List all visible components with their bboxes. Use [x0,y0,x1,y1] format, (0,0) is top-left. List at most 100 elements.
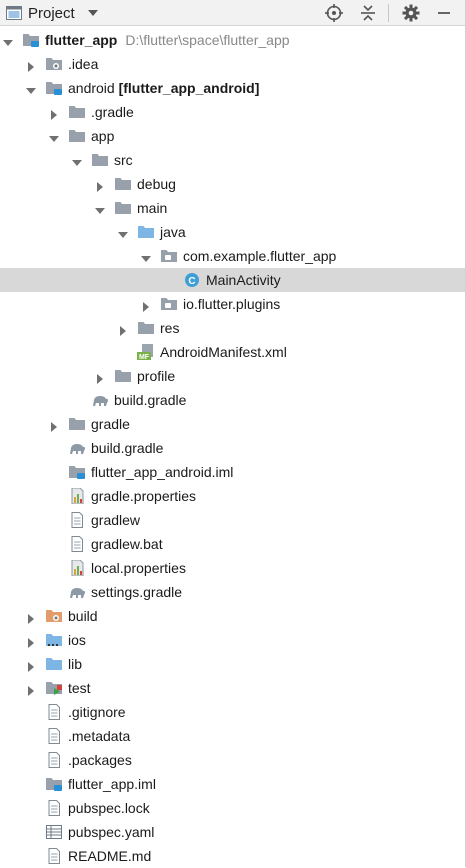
expand-arrow-down-icon[interactable] [141,251,151,262]
tree-item[interactable]: .idea [0,52,465,76]
chevron-down-icon[interactable] [88,10,98,16]
tree-item-name: gradle.properties [91,488,197,504]
expand-arrow-right-icon[interactable] [26,635,36,648]
gradle-icon [68,584,86,600]
tree-item-label: io.flutter.plugins [183,295,280,313]
expand-arrow-down-icon[interactable] [49,131,59,142]
project-path: D:\flutter\space\flutter_app [125,32,290,48]
tree-item[interactable]: flutter_app.iml [0,772,465,796]
tree-item-label: main [137,199,167,217]
text-file-icon [68,512,86,528]
expand-arrow-right-icon[interactable] [26,683,36,696]
module-folder-icon [22,32,40,48]
tree-item[interactable]: lib [0,652,465,676]
expand-arrow-right-icon[interactable] [26,611,36,624]
tree-item[interactable]: android [flutter_app_android] [0,76,465,100]
tree-item[interactable]: MF AndroidManifest.xml [0,340,465,364]
tree-item-name: com.example.flutter_app [183,248,337,264]
folder-icon [114,200,132,216]
tree-item[interactable]: .gitignore [0,700,465,724]
tree-item[interactable]: io.flutter.plugins [0,292,465,316]
tree-item[interactable]: profile [0,364,465,388]
tree-item[interactable]: build.gradle [0,388,465,412]
tree-item[interactable]: .metadata [0,724,465,748]
tree-item-name: build.gradle [114,392,187,408]
tree-item-label: build.gradle [114,391,186,409]
tree-item[interactable]: local.properties [0,556,465,580]
locate-button[interactable] [324,3,344,23]
tree-item-label: lib [68,655,82,673]
tree-item-label: gradlew [91,511,140,529]
expand-arrow-right-icon[interactable] [141,299,151,312]
tree-item-label: gradle [91,415,130,433]
tree-item[interactable]: res [0,316,465,340]
tree-item-name: ios [68,632,86,648]
tree-item[interactable]: main [0,196,465,220]
tree-item-name: java [160,224,186,240]
tree-item[interactable]: com.example.flutter_app [0,244,465,268]
expand-arrow-right-icon[interactable] [95,371,105,384]
tree-item[interactable]: README.md [0,844,465,868]
tree-item[interactable]: java [0,220,465,244]
project-view-title: Project [28,4,75,22]
tree-item[interactable]: pubspec.lock [0,796,465,820]
expand-arrow-down-icon[interactable] [26,83,36,94]
expand-arrow-down-icon[interactable] [72,155,82,166]
tree-item[interactable]: build.gradle [0,436,465,460]
folder-icon [68,128,86,144]
tree-item[interactable]: gradle.properties [0,484,465,508]
tree-item-name: .gitignore [68,704,126,720]
expand-arrow-right-icon[interactable] [26,59,36,72]
tree-item[interactable]: app [0,124,465,148]
tree-item-name: gradle [91,416,130,432]
text-file-icon [45,848,63,864]
tree-item[interactable]: ios [0,628,465,652]
settings-button[interactable] [401,3,421,23]
folder-icon [68,416,86,432]
tree-item[interactable]: test [0,676,465,700]
tree-item-label: gradle.properties [91,487,196,505]
tree-item-name: flutter_app_android.iml [91,464,234,480]
tree-item-name: gradlew.bat [91,536,163,552]
tree-item-label: flutter_app_android.iml [91,463,233,481]
tree-item[interactable]: settings.gradle [0,580,465,604]
tree-item-name: app [91,128,115,144]
expand-arrow-right-icon[interactable] [49,419,59,432]
tree-item-name: .metadata [68,728,131,744]
tree-item[interactable]: .gradle [0,100,465,124]
gradle-icon [91,392,109,408]
expand-arrow-down-icon[interactable] [95,203,105,214]
tree-item-name: gradlew [91,512,141,528]
expand-arrow-right-icon[interactable] [118,323,128,336]
tree-item-label: AndroidManifest.xml [160,343,287,361]
tree-item[interactable]: gradlew [0,508,465,532]
expand-arrow-right-icon[interactable] [49,107,59,120]
build-folder-icon [45,608,63,624]
tree-item[interactable]: .packages [0,748,465,772]
expand-arrow-right-icon[interactable] [95,179,105,192]
text-file-icon [45,704,63,720]
tree-item[interactable]: pubspec.yaml [0,820,465,844]
expand-arrow-down-icon[interactable] [3,35,13,46]
tree-item-name: build [68,608,98,624]
expand-arrow-down-icon[interactable] [118,227,128,238]
expand-arrow-right-icon[interactable] [26,659,36,672]
tree-item[interactable]: C MainActivity [0,268,465,292]
tree-item[interactable]: gradlew.bat [0,532,465,556]
tree-item[interactable]: debug [0,172,465,196]
tree-item[interactable]: flutter_app_android.iml [0,460,465,484]
collapse-all-button[interactable] [358,3,378,23]
tree-item-name: test [68,680,91,696]
ios-folder-icon [45,632,63,648]
folder-icon [91,152,109,168]
module-file-icon [45,776,63,792]
tree-item[interactable]: src [0,148,465,172]
minimize-button[interactable] [434,3,454,23]
tree-item[interactable]: flutter_app D:\flutter\space\flutter_app [0,28,465,52]
folder-icon [137,320,155,336]
project-view-selector[interactable]: Project [6,4,75,22]
tree-item[interactable]: gradle [0,412,465,436]
tree-item[interactable]: build [0,604,465,628]
tree-item-label: android [flutter_app_android] [68,79,259,97]
tree-item-label: MainActivity [206,271,281,289]
